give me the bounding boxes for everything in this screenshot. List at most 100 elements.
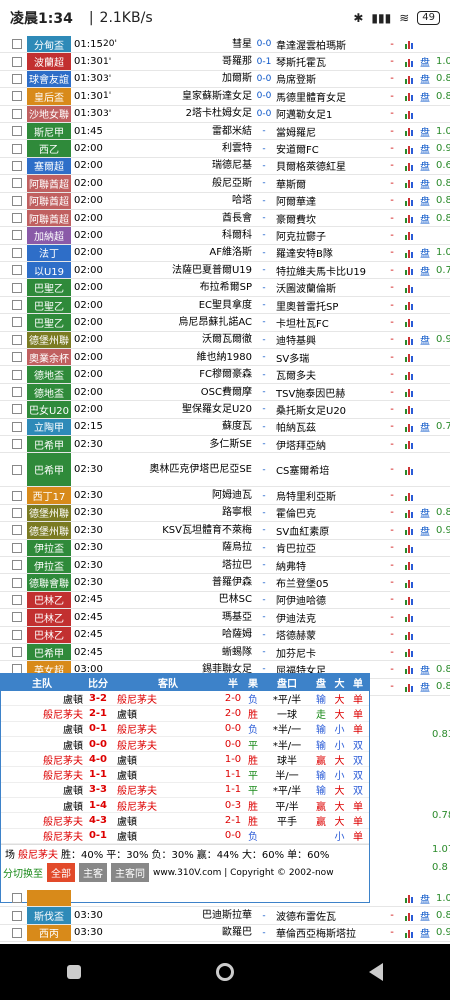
match-row[interactable]: 德堡州聯02:00沃爾瓦爾徹-迪特基興-盘0.91 xyxy=(0,331,450,350)
odds-link[interactable]: 盘 xyxy=(418,332,432,347)
chart-icon[interactable] xyxy=(404,74,414,84)
odds-link[interactable]: 盘 xyxy=(418,193,432,208)
select-checkbox[interactable] xyxy=(12,91,22,102)
home-team[interactable]: 蜥蜴隊 xyxy=(121,646,254,659)
select-checkbox[interactable] xyxy=(12,300,22,311)
match-row[interactable]: 德堡州聯02:30KSV瓦坦體育不萊梅-SV血紅素原-盘0.95 xyxy=(0,522,450,540)
away-team[interactable]: 安道爾FC xyxy=(274,141,384,156)
home-team[interactable]: 科爾科 xyxy=(121,229,254,242)
chart-icon[interactable] xyxy=(404,911,414,921)
home-team[interactable]: 巴林SC xyxy=(121,593,254,606)
select-checkbox[interactable] xyxy=(12,525,22,536)
match-row[interactable]: 阿聯酋超02:00般尼亞斯-華斯爾-盘0.83 xyxy=(0,175,450,193)
match-score[interactable]: - xyxy=(254,317,274,327)
odds-link[interactable]: 盘 xyxy=(418,124,432,139)
match-score[interactable]: - xyxy=(254,196,274,206)
away-team[interactable]: 瓦爾多夫 xyxy=(274,367,384,382)
select-checkbox[interactable] xyxy=(12,39,22,50)
match-row[interactable]: 巴林乙 02:45 巴林SC - 阿伊迪哈德 - xyxy=(0,591,450,610)
home-team[interactable]: 烏尼昂蘇扎諾AC xyxy=(121,316,254,329)
chart-icon[interactable] xyxy=(404,335,414,345)
select-checkbox[interactable] xyxy=(12,317,22,328)
home-team[interactable]: 哈薩姆 xyxy=(121,628,254,641)
chart-icon[interactable] xyxy=(404,422,414,432)
chart-icon[interactable] xyxy=(404,161,414,171)
chart-icon[interactable] xyxy=(404,595,414,605)
select-checkbox[interactable] xyxy=(12,56,22,67)
match-score[interactable]: - xyxy=(254,144,274,154)
away-team[interactable]: 加芬尼卡 xyxy=(274,645,384,660)
match-score[interactable]: - xyxy=(254,595,274,605)
away-team[interactable]: 帕納瓦茲 xyxy=(274,419,384,434)
match-score[interactable]: - xyxy=(254,630,274,640)
away-team[interactable]: 波德布雷佐瓦 xyxy=(274,908,384,923)
league-badge[interactable]: 阿聯酋超 xyxy=(27,175,71,192)
odds-link[interactable]: 盘 xyxy=(418,176,432,191)
match-row[interactable]: 波蘭超01:301' 哥羅那0-1琴斯托霍瓦- 盘 1.03 xyxy=(0,53,450,71)
away-team[interactable]: 桑托斯女足U20 xyxy=(274,402,384,417)
home-team[interactable]: 布拉希爾SP xyxy=(121,281,254,294)
chart-icon[interactable] xyxy=(404,630,414,640)
chart-icon[interactable] xyxy=(404,109,414,119)
league-badge[interactable]: 分甸盃 xyxy=(27,36,71,53)
odds-link[interactable]: 盘 xyxy=(418,89,432,104)
odds-link[interactable]: 盘 xyxy=(418,891,432,906)
league-badge[interactable]: 巴希甲 xyxy=(27,435,71,453)
match-row[interactable]: 斯伐盃03:30巴迪斯拉華-波德布雷佐瓦-盘0.86 xyxy=(0,907,450,925)
away-team[interactable]: 阿克拉鬱子 xyxy=(274,228,384,243)
match-score[interactable]: - xyxy=(254,300,274,310)
match-row[interactable]: 阿聯酋超02:00哈塔-阿爾華達-盘0.8 xyxy=(0,192,450,210)
home-team[interactable]: 多仁斯SE xyxy=(121,438,254,451)
match-row[interactable]: 以U1902:00法薩巴夏普爾U19-特拉維夫馬卡比U19-盘0.71 xyxy=(0,262,450,280)
select-checkbox[interactable] xyxy=(12,213,22,224)
select-checkbox[interactable] xyxy=(12,352,22,363)
league-badge[interactable]: 德地盃 xyxy=(27,366,71,383)
home-team[interactable]: 奧林匹克伊塔巴尼亞SE xyxy=(121,463,254,476)
history-row[interactable]: 盧頓 0-0 般尼茅夫 0-0 平 *半/一 输小双 xyxy=(1,737,369,753)
match-row[interactable]: 巴女U20 02:00 聖保羅女足U20- 桑托斯女足U20- xyxy=(0,401,450,419)
select-checkbox[interactable] xyxy=(12,195,22,206)
chart-icon[interactable] xyxy=(404,647,414,658)
match-row[interactable]: 盘 1.09 xyxy=(0,890,450,908)
league-badge[interactable]: 伊拉盃 xyxy=(27,539,71,556)
match-row[interactable]: 加納超 02:00 科爾科 - 阿克拉鬱子 - xyxy=(0,227,450,245)
chart-icon[interactable] xyxy=(404,578,414,588)
history-row[interactable]: 盧頓 3-2 般尼茅夫 2-0 负 *平/半 输大单 xyxy=(1,691,369,707)
select-checkbox[interactable] xyxy=(12,910,22,921)
league-badge[interactable]: 西乙 xyxy=(27,140,71,157)
select-checkbox[interactable] xyxy=(12,73,22,84)
chart-icon[interactable] xyxy=(404,465,414,475)
chart-icon[interactable] xyxy=(404,178,414,189)
away-team[interactable]: SV多瑞 xyxy=(274,350,384,365)
chart-icon[interactable] xyxy=(404,525,414,536)
chart-icon[interactable] xyxy=(404,39,414,50)
home-team[interactable]: OSC費爾摩 xyxy=(121,386,254,399)
chart-icon[interactable] xyxy=(404,612,414,623)
same-home-away-button[interactable]: 主客同 xyxy=(111,863,149,883)
odds-link[interactable]: 盘 xyxy=(418,523,432,538)
chart-icon[interactable] xyxy=(404,370,414,380)
match-score[interactable]: - xyxy=(254,370,274,380)
chart-icon[interactable] xyxy=(404,543,414,553)
home-team[interactable]: KSV瓦坦體育不萊梅 xyxy=(121,524,254,537)
match-row[interactable]: 德地盃 02:00 FC穆爾豪森 - 瓦爾多夫 - xyxy=(0,366,450,384)
history-row[interactable]: 般尼茅夫 4-3 盧頓 2-1 胜 平手 赢大单 xyxy=(1,813,369,829)
match-row[interactable]: 沙地女聯 01:30 3' 2塔卡杜姆女足 0-0 阿邁勒女足1- xyxy=(0,105,450,123)
match-row[interactable]: 皇后盃01:301' 皇家蘇斯達女足0-0馬德里體育女足- 盘 0.87 xyxy=(0,88,450,106)
select-checkbox[interactable] xyxy=(12,108,22,119)
odds-link[interactable]: 盘 xyxy=(418,141,432,156)
away-team[interactable]: 烏特里利亞斯 xyxy=(274,488,384,503)
league-badge[interactable]: 斯尼甲 xyxy=(27,122,71,140)
match-score[interactable]: 0-1 xyxy=(254,57,274,67)
league-badge[interactable]: 德堡州聯 xyxy=(27,522,71,539)
match-score[interactable]: - xyxy=(254,928,274,938)
select-checkbox[interactable] xyxy=(12,577,22,588)
away-team[interactable]: 里奧普雷托SP xyxy=(274,298,384,313)
match-row[interactable]: 球會友誼01:303' 加爾斯0-0烏席登斯- 盘 0.86 xyxy=(0,70,450,89)
odds-link[interactable]: 盘 xyxy=(418,662,432,677)
odds-link[interactable]: 盘 xyxy=(418,71,432,86)
odds-link[interactable]: 盘 xyxy=(418,419,432,434)
home-team[interactable]: 聖保羅女足U20 xyxy=(121,403,254,416)
home-team[interactable]: 路寧根 xyxy=(121,506,254,519)
match-row[interactable]: 德地盃 02:00 OSC費爾摩 - TSV施泰因巴赫 - xyxy=(0,383,450,402)
